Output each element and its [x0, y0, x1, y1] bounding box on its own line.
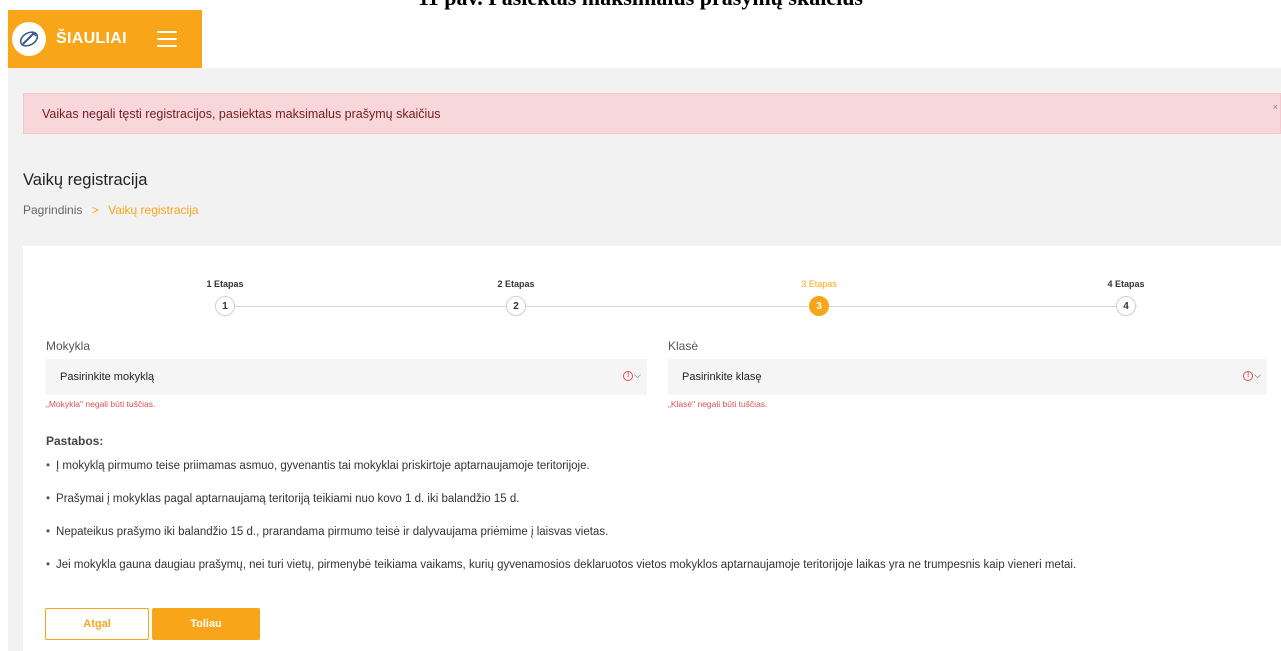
breadcrumb-separator-icon: > — [91, 203, 99, 217]
school-label: Mokykla — [46, 339, 91, 353]
list-item: Į mokyklą pirmumo teise priimamas asmuo,… — [46, 460, 1076, 493]
chevron-down-icon: ⌵ — [1254, 370, 1261, 380]
step-label: 1 Etapas — [206, 279, 244, 289]
class-label: Klasė — [668, 339, 699, 353]
breadcrumb: Pagrindinis > Vaikų registracija — [23, 203, 199, 217]
breadcrumb-home[interactable]: Pagrindinis — [23, 203, 82, 217]
school-select-value: Pasirinkite mokyklą — [60, 371, 155, 383]
step-2: 2 Etapas 2 — [476, 278, 556, 316]
class-select-value: Pasirinkite klasę — [682, 371, 762, 383]
step-number: 3 — [809, 296, 829, 316]
pen-in-circle-logo[interactable] — [12, 22, 46, 56]
back-button[interactable]: Atgal — [45, 608, 149, 640]
step-1: 1 Etapas 1 — [185, 278, 265, 316]
brand-header: ŠIAULIAI — [8, 10, 202, 68]
list-item: Jei mokykla gauna daugiau prašymų, nei t… — [46, 559, 1076, 592]
hamburger-menu-icon[interactable] — [156, 31, 177, 47]
step-label: 2 Etapas — [497, 279, 535, 289]
notes-list: Į mokyklą pirmumo teise priimamas asmuo,… — [46, 460, 1076, 592]
step-label: 4 Etapas — [1107, 279, 1145, 289]
class-error: „Klasė" negali būti tuščias. — [668, 399, 768, 409]
registration-card: 1 Etapas 1 2 Etapas 2 3 Etapas 3 4 Etapa… — [23, 246, 1281, 651]
list-item: Prašymai į mokyklas pagal aptarnaujamą t… — [46, 493, 1076, 526]
next-button[interactable]: Toliau — [152, 608, 260, 640]
warning-icon: ! — [623, 370, 634, 381]
close-icon[interactable]: × — [1273, 102, 1278, 112]
document-caption: 11 pav. Pasiektas maksimalus prašymų ska… — [0, 0, 1281, 10]
step-label: 3 Etapas — [801, 279, 837, 289]
brand-name: ŠIAULIAI — [56, 30, 127, 47]
step-3: 3 Etapas 3 — [779, 278, 859, 316]
stepper: 1 Etapas 1 2 Etapas 2 3 Etapas 3 4 Etapa… — [23, 278, 1281, 328]
page-title: Vaikų registracija — [23, 171, 148, 189]
class-select[interactable]: Pasirinkite klasę ! ⌵ — [668, 359, 1267, 395]
school-select[interactable]: Pasirinkite mokyklą ! ⌵ — [46, 359, 647, 395]
warning-icon: ! — [1243, 370, 1254, 381]
school-error: „Mokykla" negali būti tuščias. — [46, 399, 156, 409]
breadcrumb-current: Vaikų registracija — [108, 203, 199, 217]
step-number: 1 — [215, 296, 235, 316]
stepper-line — [221, 306, 1137, 307]
list-item: Nepateikus prašymo iki balandžio 15 d., … — [46, 526, 1076, 559]
notes-title: Pastabos: — [46, 434, 104, 448]
step-number: 4 — [1116, 296, 1136, 316]
step-4: 4 Etapas 4 — [1086, 278, 1166, 316]
alert-text: Vaikas negali tęsti registracijos, pasie… — [42, 106, 441, 121]
step-number: 2 — [506, 296, 526, 316]
error-alert: Vaikas negali tęsti registracijos, pasie… — [23, 93, 1281, 134]
chevron-down-icon: ⌵ — [634, 370, 641, 380]
